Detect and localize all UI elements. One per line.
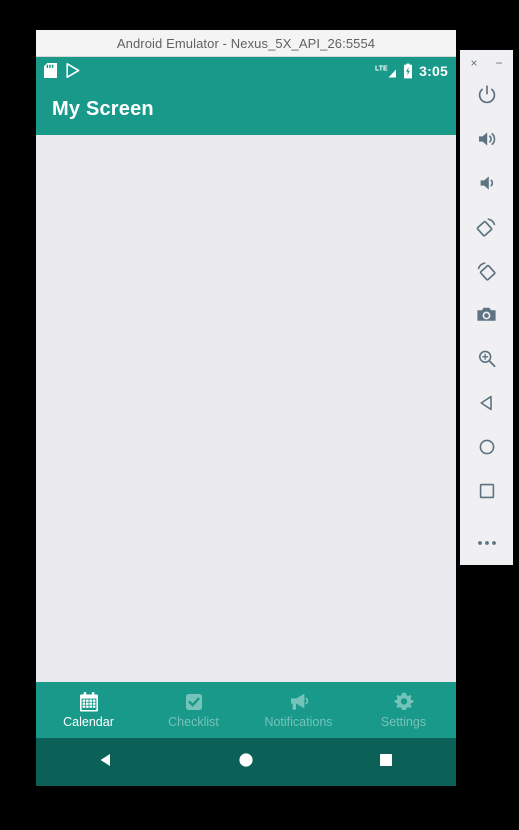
back-button[interactable] bbox=[36, 751, 176, 774]
bottom-navigation-bar: Calendar Checklist Notifications Setting… bbox=[36, 682, 456, 738]
ellipsis-icon bbox=[476, 534, 498, 552]
camera-icon bbox=[475, 303, 498, 331]
tab-checklist[interactable]: Checklist bbox=[141, 682, 246, 738]
circle-home-icon bbox=[237, 751, 255, 774]
power-button[interactable] bbox=[465, 76, 509, 120]
status-bar-left-icons bbox=[44, 63, 80, 78]
emulator-title-bar: Android Emulator - Nexus_5X_API_26:5554 bbox=[36, 30, 456, 57]
power-icon bbox=[476, 84, 498, 111]
square-recents-icon bbox=[477, 481, 497, 506]
checkbox-icon bbox=[183, 691, 205, 713]
status-bar-right-icons: LTE 3:05 bbox=[375, 63, 448, 79]
battery-charging-icon bbox=[403, 63, 413, 79]
content-area bbox=[36, 135, 456, 682]
rotate-right-button[interactable] bbox=[465, 252, 509, 296]
square-recents-icon bbox=[377, 751, 395, 774]
volume-up-button[interactable] bbox=[465, 120, 509, 164]
tab-notifications[interactable]: Notifications bbox=[246, 682, 351, 738]
close-button[interactable]: × bbox=[468, 56, 481, 69]
svg-text:LTE: LTE bbox=[375, 65, 388, 72]
device-screen: LTE 3:05 My Screen Calendar Checklist No… bbox=[36, 57, 456, 786]
app-bar: My Screen bbox=[36, 84, 456, 135]
home-button[interactable] bbox=[176, 751, 316, 774]
rotate-left-icon bbox=[475, 216, 498, 244]
volume-up-icon bbox=[476, 128, 498, 155]
screenshot-button[interactable] bbox=[465, 295, 509, 339]
tab-label-settings: Settings bbox=[380, 715, 427, 730]
circle-home-icon bbox=[477, 437, 497, 462]
zoom-button[interactable] bbox=[465, 339, 509, 383]
lte-signal-icon: LTE bbox=[375, 63, 397, 79]
emulator-window: Android Emulator - Nexus_5X_API_26:5554 bbox=[36, 30, 456, 786]
sd-card-icon bbox=[44, 63, 57, 78]
tab-label-calendar: Calendar bbox=[63, 715, 114, 730]
volume-down-icon bbox=[476, 172, 498, 199]
android-status-bar: LTE 3:05 bbox=[36, 57, 456, 84]
triangle-back-icon bbox=[97, 751, 115, 774]
calendar-icon bbox=[78, 691, 100, 713]
window-controls: × − bbox=[460, 50, 513, 76]
rotate-right-icon bbox=[475, 260, 498, 288]
overview-button[interactable] bbox=[465, 471, 509, 515]
gear-icon bbox=[393, 691, 415, 713]
more-button[interactable] bbox=[465, 521, 509, 565]
tab-calendar[interactable]: Calendar bbox=[36, 682, 141, 738]
minimize-button[interactable]: − bbox=[493, 56, 506, 69]
android-system-nav-bar bbox=[36, 738, 456, 786]
triangle-back-icon bbox=[477, 393, 497, 418]
emulator-side-toolbar: × − bbox=[460, 50, 513, 565]
page-title: My Screen bbox=[52, 98, 154, 120]
tab-label-notifications: Notifications bbox=[264, 715, 333, 730]
back-button[interactable] bbox=[465, 383, 509, 427]
emulator-window-title: Android Emulator - Nexus_5X_API_26:5554 bbox=[116, 35, 376, 51]
play-store-icon bbox=[66, 63, 80, 78]
status-bar-clock: 3:05 bbox=[419, 62, 448, 79]
megaphone-icon bbox=[287, 691, 311, 713]
rotate-left-button[interactable] bbox=[465, 208, 509, 252]
home-button[interactable] bbox=[465, 427, 509, 471]
tab-label-checklist: Checklist bbox=[168, 715, 219, 730]
tab-settings[interactable]: Settings bbox=[351, 682, 456, 738]
volume-down-button[interactable] bbox=[465, 164, 509, 208]
zoom-in-icon bbox=[476, 348, 498, 375]
recents-button[interactable] bbox=[316, 751, 456, 774]
